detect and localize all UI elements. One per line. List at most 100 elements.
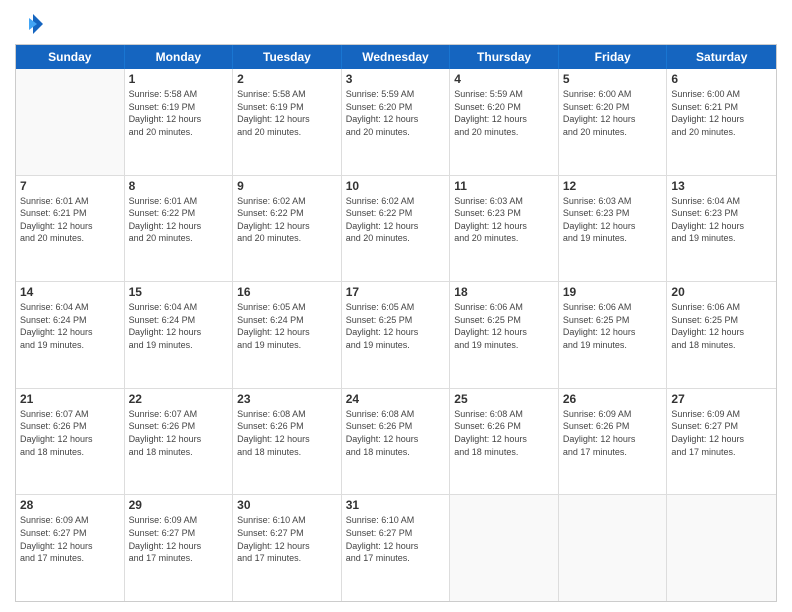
day-number: 11 — [454, 179, 554, 193]
day-cell-24: 24 Sunrise: 6:08 AMSunset: 6:26 PMDayligh… — [342, 389, 451, 495]
day-number: 29 — [129, 498, 229, 512]
day-number: 2 — [237, 72, 337, 86]
empty-cell — [16, 69, 125, 175]
day-number: 17 — [346, 285, 446, 299]
day-info: Sunrise: 6:03 AMSunset: 6:23 PMDaylight:… — [563, 195, 663, 245]
day-info: Sunrise: 6:06 AMSunset: 6:25 PMDaylight:… — [454, 301, 554, 351]
day-info: Sunrise: 6:05 AMSunset: 6:25 PMDaylight:… — [346, 301, 446, 351]
day-info: Sunrise: 6:02 AMSunset: 6:22 PMDaylight:… — [237, 195, 337, 245]
empty-cell — [559, 495, 668, 601]
calendar-body: 1Sunrise: 5:58 AMSunset: 6:19 PMDaylight… — [16, 69, 776, 601]
day-number: 19 — [563, 285, 663, 299]
day-number: 20 — [671, 285, 772, 299]
day-info: Sunrise: 6:09 AMSunset: 6:27 PMDaylight:… — [20, 514, 120, 564]
day-cell-27: 27 Sunrise: 6:09 AMSunset: 6:27 PMDayligh… — [667, 389, 776, 495]
weekday-header-sunday: Sunday — [16, 45, 125, 69]
day-number: 25 — [454, 392, 554, 406]
day-number: 28 — [20, 498, 120, 512]
day-cell-3: 3 Sunrise: 5:59 AMSunset: 6:20 PMDaylight… — [342, 69, 451, 175]
day-number: 7 — [20, 179, 120, 193]
day-number: 13 — [671, 179, 772, 193]
day-cell-31: 31 Sunrise: 6:10 AMSunset: 6:27 PMDayligh… — [342, 495, 451, 601]
day-number: 12 — [563, 179, 663, 193]
day-info: Sunrise: 6:06 AMSunset: 6:25 PMDaylight:… — [563, 301, 663, 351]
day-info: Sunrise: 6:10 AMSunset: 6:27 PMDaylight:… — [346, 514, 446, 564]
calendar: SundayMondayTuesdayWednesdayThursdayFrid… — [15, 44, 777, 602]
day-number: 24 — [346, 392, 446, 406]
day-number: 14 — [20, 285, 120, 299]
page-header — [15, 10, 777, 38]
day-info: Sunrise: 5:59 AMSunset: 6:20 PMDaylight:… — [454, 88, 554, 138]
day-info: Sunrise: 6:07 AMSunset: 6:26 PMDaylight:… — [129, 408, 229, 458]
day-cell-22: 22 Sunrise: 6:07 AMSunset: 6:26 PMDayligh… — [125, 389, 234, 495]
day-cell-15: 15Sunrise: 6:04 AMSunset: 6:24 PMDayligh… — [125, 282, 234, 388]
day-info: Sunrise: 6:09 AMSunset: 6:27 PMDaylight:… — [129, 514, 229, 564]
day-info: Sunrise: 6:06 AMSunset: 6:25 PMDaylight:… — [671, 301, 772, 351]
day-cell-14: 14 Sunrise: 6:04 AMSunset: 6:24 PMDayligh… — [16, 282, 125, 388]
day-number: 10 — [346, 179, 446, 193]
day-number: 31 — [346, 498, 446, 512]
day-number: 21 — [20, 392, 120, 406]
day-cell-20: 20 Sunrise: 6:06 AMSunset: 6:25 PMDayligh… — [667, 282, 776, 388]
empty-cell — [450, 495, 559, 601]
day-cell-25: 25 Sunrise: 6:08 AMSunset: 6:26 PMDayligh… — [450, 389, 559, 495]
day-number: 15 — [129, 285, 229, 299]
day-number: 4 — [454, 72, 554, 86]
day-info: Sunrise: 6:01 AMSunset: 6:22 PMDaylight:… — [129, 195, 229, 245]
day-cell-29: 29 Sunrise: 6:09 AMSunset: 6:27 PMDayligh… — [125, 495, 234, 601]
day-info: Sunrise: 6:04 AMSunset: 6:24 PMDaylight:… — [20, 301, 120, 351]
day-cell-16: 16 Sunrise: 6:05 AMSunset: 6:24 PMDayligh… — [233, 282, 342, 388]
day-cell-30: 30 Sunrise: 6:10 AMSunset: 6:27 PMDayligh… — [233, 495, 342, 601]
day-number: 18 — [454, 285, 554, 299]
day-cell-28: 28 Sunrise: 6:09 AMSunset: 6:27 PMDayligh… — [16, 495, 125, 601]
calendar-header: SundayMondayTuesdayWednesdayThursdayFrid… — [16, 45, 776, 69]
day-number: 6 — [671, 72, 772, 86]
day-info: Sunrise: 6:00 AMSunset: 6:21 PMDaylight:… — [671, 88, 772, 138]
day-cell-13: 13 Sunrise: 6:04 AMSunset: 6:23 PMDayligh… — [667, 176, 776, 282]
day-number: 26 — [563, 392, 663, 406]
day-info: Sunrise: 6:08 AMSunset: 6:26 PMDaylight:… — [454, 408, 554, 458]
day-cell-10: 10 Sunrise: 6:02 AMSunset: 6:22 PMDayligh… — [342, 176, 451, 282]
calendar-row-0: 1Sunrise: 5:58 AMSunset: 6:19 PMDaylight… — [16, 69, 776, 176]
day-info: Sunrise: 5:58 AMSunset: 6:19 PMDaylight:… — [237, 88, 337, 138]
day-number: 9 — [237, 179, 337, 193]
day-number: 30 — [237, 498, 337, 512]
day-cell-7: 7 Sunrise: 6:01 AMSunset: 6:21 PMDaylight… — [16, 176, 125, 282]
day-info: Sunrise: 6:09 AMSunset: 6:27 PMDaylight:… — [671, 408, 772, 458]
day-cell-21: 21Sunrise: 6:07 AMSunset: 6:26 PMDayligh… — [16, 389, 125, 495]
weekday-header-thursday: Thursday — [450, 45, 559, 69]
weekday-header-friday: Friday — [559, 45, 668, 69]
weekday-header-saturday: Saturday — [667, 45, 776, 69]
day-number: 3 — [346, 72, 446, 86]
day-info: Sunrise: 6:10 AMSunset: 6:27 PMDaylight:… — [237, 514, 337, 564]
day-info: Sunrise: 6:00 AMSunset: 6:20 PMDaylight:… — [563, 88, 663, 138]
day-number: 8 — [129, 179, 229, 193]
calendar-page: SundayMondayTuesdayWednesdayThursdayFrid… — [0, 0, 792, 612]
day-cell-1: 1Sunrise: 5:58 AMSunset: 6:19 PMDaylight… — [125, 69, 234, 175]
day-cell-12: 12 Sunrise: 6:03 AMSunset: 6:23 PMDayligh… — [559, 176, 668, 282]
day-info: Sunrise: 6:08 AMSunset: 6:26 PMDaylight:… — [237, 408, 337, 458]
empty-cell — [667, 495, 776, 601]
day-number: 27 — [671, 392, 772, 406]
day-cell-18: 18 Sunrise: 6:06 AMSunset: 6:25 PMDayligh… — [450, 282, 559, 388]
day-info: Sunrise: 5:59 AMSunset: 6:20 PMDaylight:… — [346, 88, 446, 138]
day-info: Sunrise: 6:09 AMSunset: 6:26 PMDaylight:… — [563, 408, 663, 458]
day-number: 22 — [129, 392, 229, 406]
weekday-header-tuesday: Tuesday — [233, 45, 342, 69]
day-cell-23: 23 Sunrise: 6:08 AMSunset: 6:26 PMDayligh… — [233, 389, 342, 495]
day-number: 23 — [237, 392, 337, 406]
logo — [15, 10, 47, 38]
day-info: Sunrise: 6:05 AMSunset: 6:24 PMDaylight:… — [237, 301, 337, 351]
day-info: Sunrise: 5:58 AMSunset: 6:19 PMDaylight:… — [129, 88, 229, 138]
day-cell-8: 8 Sunrise: 6:01 AMSunset: 6:22 PMDaylight… — [125, 176, 234, 282]
day-info: Sunrise: 6:04 AMSunset: 6:23 PMDaylight:… — [671, 195, 772, 245]
day-info: Sunrise: 6:01 AMSunset: 6:21 PMDaylight:… — [20, 195, 120, 245]
day-info: Sunrise: 6:02 AMSunset: 6:22 PMDaylight:… — [346, 195, 446, 245]
day-number: 16 — [237, 285, 337, 299]
day-cell-17: 17 Sunrise: 6:05 AMSunset: 6:25 PMDayligh… — [342, 282, 451, 388]
calendar-row-2: 14 Sunrise: 6:04 AMSunset: 6:24 PMDayligh… — [16, 282, 776, 389]
day-cell-2: 2 Sunrise: 5:58 AMSunset: 6:19 PMDaylight… — [233, 69, 342, 175]
day-info: Sunrise: 6:08 AMSunset: 6:26 PMDaylight:… — [346, 408, 446, 458]
day-cell-4: 4 Sunrise: 5:59 AMSunset: 6:20 PMDaylight… — [450, 69, 559, 175]
day-cell-26: 26 Sunrise: 6:09 AMSunset: 6:26 PMDayligh… — [559, 389, 668, 495]
